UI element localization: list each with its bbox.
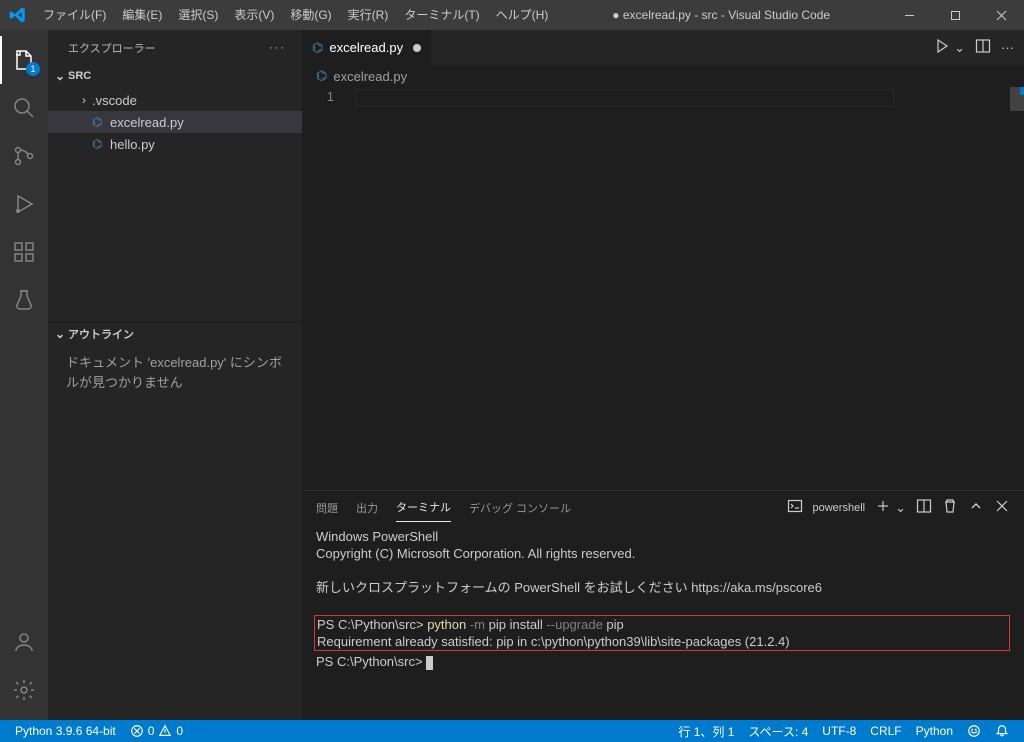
explorer-badge: 1 [26,62,40,76]
menu-run[interactable]: 実行(R) [340,0,397,30]
panel-tab-debug-console[interactable]: デバッグ コンソール [469,494,571,522]
chevron-down-icon: ⌄ [52,69,68,83]
activity-extensions[interactable] [0,228,48,276]
tree-item-label: .vscode [92,93,137,108]
chevron-right-icon: › [76,93,92,107]
python-file-icon: ⌬ [92,137,110,151]
tab-bar: ⌬ excelread.py ⌄ ··· [302,30,1024,65]
terminal-split-button[interactable] [916,498,932,517]
activity-run-debug[interactable] [0,180,48,228]
menu-bar: ファイル(F) 編集(E) 選択(S) 表示(V) 移動(G) 実行(R) ター… [35,0,556,30]
status-language[interactable]: Python [909,723,960,740]
window-title: ● excelread.py - src - Visual Studio Cod… [556,8,886,22]
sidebar-more-icon[interactable]: ··· [269,42,286,54]
bottom-panel: 問題 出力 ターミナル デバッグ コンソール powershell ⌄ Wind… [302,490,1024,720]
close-button[interactable] [978,0,1024,30]
status-notifications-icon[interactable] [988,723,1016,740]
highlighted-command-block: PS C:\Python\src> python -m pip install … [314,615,1010,651]
breadcrumb-file: excelread.py [333,69,407,84]
outline-section-header[interactable]: ⌄ アウトライン [48,323,302,345]
terminal-line: Copyright (C) Microsoft Corporation. All… [316,545,1010,562]
menu-terminal[interactable]: ターミナル(T) [396,0,487,30]
terminal-shell-label[interactable]: powershell [813,502,866,514]
activity-source-control[interactable] [0,132,48,180]
panel-tab-terminal[interactable]: ターミナル [396,493,451,522]
sidebar-title: エクスプローラー [68,40,156,56]
vscode-logo-icon [0,6,35,24]
status-python-version[interactable]: Python 3.9.6 64-bit [8,724,123,738]
activity-testing[interactable] [0,276,48,324]
activity-accounts[interactable] [0,618,48,666]
panel-tab-problems[interactable]: 問題 [316,494,338,522]
menu-go[interactable]: 移動(G) [282,0,339,30]
status-bar: Python 3.9.6 64-bit 0 0 行 1、列 1 スペース: 4 … [0,720,1024,742]
panel-tab-output[interactable]: 出力 [356,494,378,522]
menu-view[interactable]: 表示(V) [226,0,282,30]
minimize-button[interactable] [886,0,932,30]
terminal-command: python [427,617,466,632]
outline-label: アウトライン [68,326,134,342]
terminal-shell-icon[interactable] [787,498,803,517]
run-button[interactable] [934,38,950,57]
menu-file[interactable]: ファイル(F) [35,0,114,30]
tree-folder-vscode[interactable]: › .vscode [48,89,302,111]
panel-maximize-button[interactable] [968,498,984,517]
breadcrumb[interactable]: ⌬ excelread.py [302,65,1024,87]
terminal-new-button[interactable] [875,498,891,517]
line-number-gutter: 1 [302,87,352,490]
terminal-prompt: PS C:\Python\src> [317,617,427,632]
more-actions-button[interactable]: ··· [1001,40,1014,55]
active-line-highlight [356,89,894,107]
title-bar: ファイル(F) 編集(E) 選択(S) 表示(V) 移動(G) 実行(R) ター… [0,0,1024,30]
python-file-icon: ⌬ [316,68,327,84]
terminal-output: Requirement already satisfied: pip in c:… [317,634,790,649]
outline-empty-message: ドキュメント 'excelread.py' にシンボルが見つかりません [48,345,302,400]
editor-group: ⌬ excelread.py ⌄ ··· ⌬ excelread.py 1 [302,30,1024,720]
tree-file-excelread[interactable]: ⌬ excelread.py [48,111,302,133]
editor-scrollbar[interactable] [1010,87,1024,490]
terminal-line: 新しいクロスプラットフォームの PowerShell をお試しください http… [316,579,1010,596]
tab-label: excelread.py [329,40,403,55]
panel-close-button[interactable] [994,498,1010,517]
terminal-content[interactable]: Windows PowerShell Copyright (C) Microso… [302,524,1024,720]
menu-selection[interactable]: 選択(S) [170,0,226,30]
terminal-cursor [426,656,433,670]
activity-bar: 1 [0,30,48,720]
line-number: 1 [302,89,334,104]
menu-edit[interactable]: 編集(E) [114,0,170,30]
activity-explorer[interactable]: 1 [0,36,48,84]
status-problems[interactable]: 0 0 [123,724,190,738]
status-cursor-position[interactable]: 行 1、列 1 [671,723,741,740]
file-tree: › .vscode ⌬ excelread.py ⌬ hello.py [48,87,302,157]
status-encoding[interactable]: UTF-8 [815,723,863,740]
split-editor-button[interactable] [975,38,991,57]
tree-item-label: hello.py [110,137,155,152]
folder-section-header[interactable]: ⌄ SRC [48,65,302,87]
chevron-down-icon: ⌄ [52,327,68,341]
python-file-icon: ⌬ [312,40,323,56]
python-file-icon: ⌬ [92,115,110,129]
dirty-indicator-icon [413,44,421,52]
editor-content[interactable] [352,87,964,490]
status-indentation[interactable]: スペース: 4 [741,723,815,740]
terminal-new-dropdown[interactable]: ⌄ [895,500,906,516]
folder-root-label: SRC [68,70,91,82]
tree-item-label: excelread.py [110,115,184,130]
sidebar: エクスプローラー ··· ⌄ SRC › .vscode ⌬ excelread… [48,30,302,720]
run-dropdown[interactable]: ⌄ [954,40,965,56]
terminal-kill-button[interactable] [942,498,958,517]
terminal-line: Windows PowerShell [316,528,1010,545]
tree-file-hello[interactable]: ⌬ hello.py [48,133,302,155]
tab-excelread[interactable]: ⌬ excelread.py [302,30,432,65]
code-editor[interactable]: 1 [302,87,1024,490]
maximize-button[interactable] [932,0,978,30]
status-eol[interactable]: CRLF [863,723,908,740]
activity-search[interactable] [0,84,48,132]
activity-settings[interactable] [0,666,48,714]
menu-help[interactable]: ヘルプ(H) [488,0,557,30]
status-feedback-icon[interactable] [960,723,988,740]
terminal-prompt: PS C:\Python\src> [316,654,426,669]
